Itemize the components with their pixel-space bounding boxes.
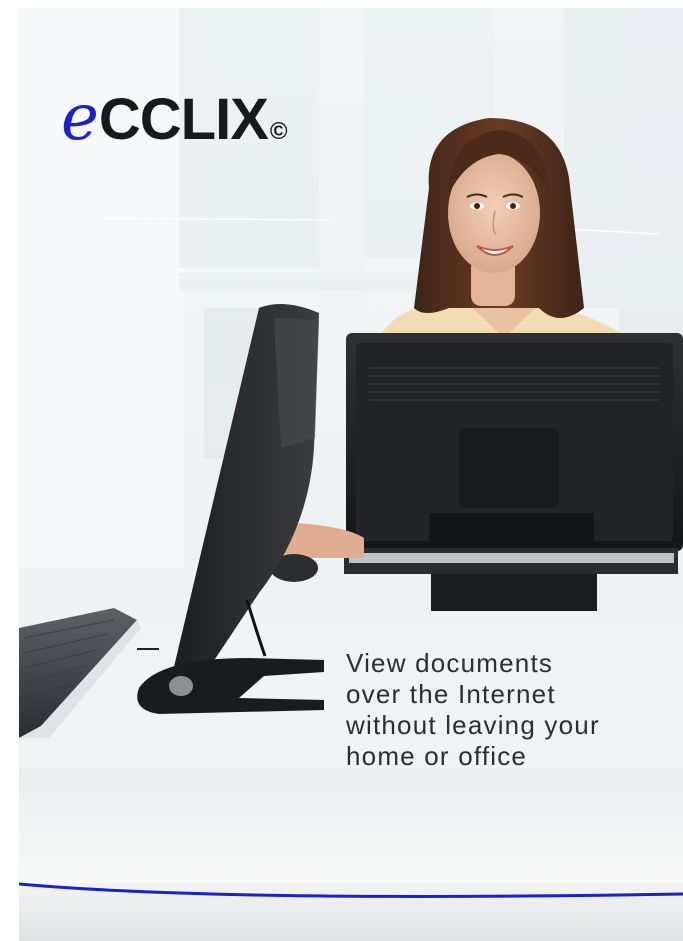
copyright-symbol: © <box>269 118 288 145</box>
tagline-line-2: over the Internet <box>346 679 556 709</box>
tagline: View documents over the Internet without… <box>346 648 666 772</box>
logo-letter-e: e <box>61 81 99 155</box>
brochure-cover: e CCLIX © View documents over the Intern… <box>19 8 683 941</box>
tagline-line-1: View documents <box>346 648 554 678</box>
accent-curve-line <box>19 882 683 898</box>
tagline-line-4: home or office <box>346 741 528 771</box>
logo-wordmark: CCLIX <box>98 87 269 152</box>
tagline-line-3: without leaving your <box>346 710 600 740</box>
ecclix-logo: e CCLIX © <box>61 86 288 150</box>
